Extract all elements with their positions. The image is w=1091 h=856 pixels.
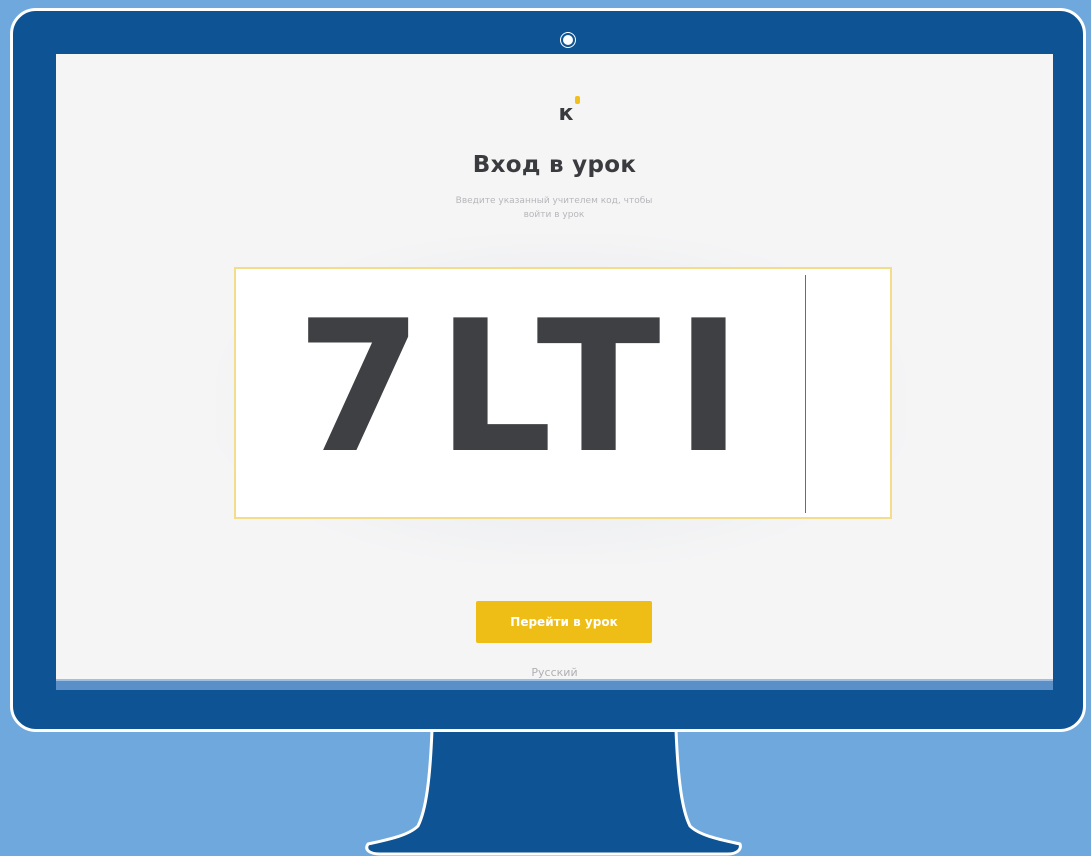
monitor-frame: к Вход в урок Введите указанный учителем… — [10, 8, 1086, 732]
logo-accent-mark — [575, 96, 580, 104]
lesson-code-input[interactable]: 7LTI — [234, 267, 892, 519]
screen-bottom-strip — [56, 679, 1053, 690]
monitor-illustration: к Вход в урок Введите указанный учителем… — [0, 0, 1091, 856]
page-title: Вход в урок — [472, 152, 637, 178]
camera-dot-icon — [561, 33, 575, 47]
enter-lesson-button[interactable]: Перейти в урок — [476, 601, 652, 643]
logo-letter: к — [558, 101, 574, 126]
text-caret — [805, 275, 806, 513]
lesson-code-value: 7LTI — [296, 281, 757, 493]
language-selector[interactable]: Русский — [56, 666, 1053, 679]
logo-k-icon: к — [546, 94, 586, 134]
page-subtitle: Введите указанный учителем код, чтобы во… — [455, 196, 653, 220]
screen: к Вход в урок Введите указанный учителем… — [56, 54, 1053, 690]
